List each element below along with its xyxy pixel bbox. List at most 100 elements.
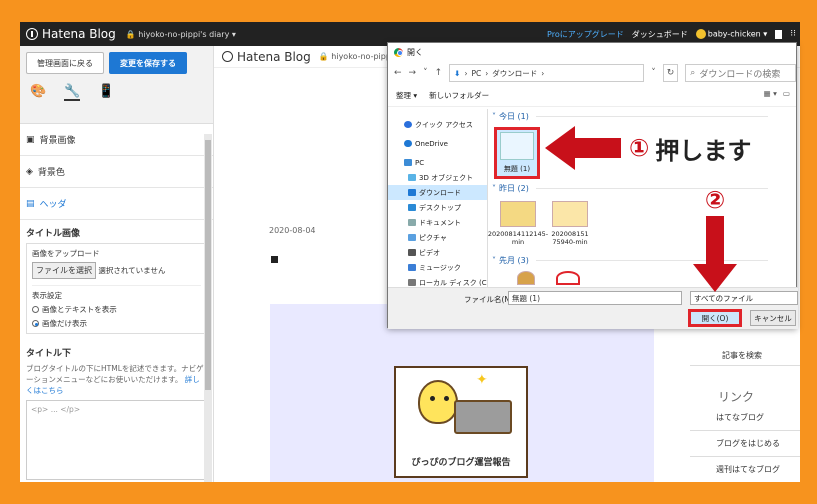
hatena-logo-text: Hatena Blog xyxy=(42,27,116,41)
star-icon xyxy=(404,121,412,128)
eye xyxy=(444,396,449,401)
nav-label: 3D オブジェクト xyxy=(419,173,474,182)
file-name: 20200814112145-min xyxy=(487,230,549,246)
save-changes-button[interactable]: 変更を保存する xyxy=(109,52,187,74)
nav-label: ビデオ xyxy=(419,248,440,257)
group-yesterday[interactable]: ˅ 昨日 (2) xyxy=(490,181,798,195)
file-type-filter[interactable]: すべてのファイル xyxy=(690,291,798,305)
palette-icon[interactable]: 🎨 xyxy=(30,84,46,101)
radio-label: 画像だけ表示 xyxy=(42,319,87,328)
search-articles[interactable]: 記事を検索 xyxy=(690,346,800,366)
design-sidebar: 管理画面に戻る 変更を保存する ‹ 🎨 🔧 📱 ▣背景画像 ◈背景色 ▤ヘッダ … xyxy=(20,46,231,482)
nav-desktop[interactable]: デスクトップ xyxy=(388,200,487,215)
title-below-heading: タイトル下 xyxy=(26,349,72,359)
link-item[interactable]: 週刊はてなブログ xyxy=(690,457,800,482)
post-date: 2020-08-04 xyxy=(269,226,316,235)
dropdown-chevron-icon[interactable]: ˅ xyxy=(651,68,656,78)
sparkle-icon: ✦ xyxy=(476,372,488,388)
apps-grid-icon[interactable]: ⁝⁝ xyxy=(790,29,796,39)
organize-button[interactable]: 整理 ▾ xyxy=(396,90,417,101)
blog-selector[interactable]: 🔒 hiyoko-no-pippi's diary ▾ xyxy=(126,30,236,39)
view-icon[interactable]: ▦ ▾ xyxy=(764,89,777,98)
file-item[interactable]: 202008151 75940-min xyxy=(548,201,592,246)
new-folder-button[interactable]: 新しいフォルダー xyxy=(429,90,489,101)
smartphone-icon[interactable]: 📱 xyxy=(98,84,114,101)
chevron-down-icon: ˅ xyxy=(492,183,496,193)
nav-onedrive[interactable]: OneDrive xyxy=(388,136,487,151)
pro-upgrade-link[interactable]: Proにアップグレード xyxy=(547,29,624,40)
blog-header-logo: ✦ ぴっぴのブログ運営報告 xyxy=(394,366,528,478)
file-item-selected[interactable]: 無題 (1) xyxy=(494,127,540,179)
user-menu[interactable]: baby-chicken ▾ xyxy=(695,29,768,39)
file-item[interactable] xyxy=(504,271,548,288)
nav-documents[interactable]: ドキュメント xyxy=(388,215,487,230)
address-bar[interactable]: ⬇ › PC › ダウンロード › xyxy=(449,64,645,82)
no-file-text: 選択されていません xyxy=(98,266,166,275)
download-icon: ⬇ xyxy=(454,68,461,78)
nav-label: PC xyxy=(415,158,425,167)
back-to-admin-button[interactable]: 管理画面に戻る xyxy=(26,52,104,74)
file-item[interactable]: 20200814112145-min xyxy=(488,201,548,246)
annotation-step2: ② xyxy=(693,186,737,292)
bookmark-icon[interactable] xyxy=(775,29,783,39)
group-today[interactable]: ˅ 今日 (1) xyxy=(490,109,798,123)
wrench-icon[interactable]: 🔧 xyxy=(64,84,81,101)
chevron-right-icon: › xyxy=(485,68,489,78)
sidebar-item-bg-image[interactable]: ▣ 背景画像 xyxy=(20,124,213,156)
nav-downloads[interactable]: ダウンロード xyxy=(388,185,487,200)
scrollbar-thumb[interactable] xyxy=(205,140,211,390)
nav-pc[interactable]: PC xyxy=(388,155,487,170)
arrow-down-icon xyxy=(693,264,737,292)
path-segment[interactable]: ダウンロード xyxy=(492,68,537,79)
hatena-logo[interactable]: Hatena Blog xyxy=(26,27,116,41)
group-last-month[interactable]: ˅ 先月 (3) xyxy=(490,253,798,267)
video-icon xyxy=(408,249,416,256)
image-icon: ▣ xyxy=(26,134,35,145)
nav-videos[interactable]: ビデオ xyxy=(388,245,487,260)
search-placeholder: ダウンロードの検索 xyxy=(699,69,781,80)
dialog-search-input[interactable]: ⌕ ダウンロードの検索 xyxy=(685,64,796,82)
filename-input[interactable]: 無題 (1) xyxy=(508,291,682,305)
nav-quick-access[interactable]: クイック アクセス xyxy=(388,117,487,132)
sidebar-item-header[interactable]: ▤ ヘッダ xyxy=(20,188,213,220)
eye xyxy=(430,396,435,401)
link-item[interactable]: はてなブログ xyxy=(690,405,800,431)
file-item[interactable] xyxy=(546,271,590,288)
nav-3d-objects[interactable]: 3D オブジェクト xyxy=(388,170,487,185)
sidebar-item-label: 背景画像 xyxy=(39,136,76,146)
refresh-button[interactable]: ↻ xyxy=(662,64,679,82)
nav-label: OneDrive xyxy=(415,139,448,148)
chevron-right-icon: › xyxy=(464,68,468,78)
chevron-down-icon: ˅ xyxy=(492,255,496,265)
radio-image-only[interactable]: 画像だけ表示 xyxy=(32,318,201,329)
sidebar-scrollbar[interactable] xyxy=(204,134,212,482)
chrome-icon xyxy=(394,47,403,57)
back-arrow-icon[interactable]: ← xyxy=(394,68,402,78)
step-text: 押します xyxy=(655,136,752,165)
nav-pictures[interactable]: ピクチャ xyxy=(388,230,487,245)
header-icon: ▤ xyxy=(26,198,35,209)
title-image-panel: 画像をアップロード ファイルを選択 選択されていません 表示設定 画像とテキスト… xyxy=(26,243,207,334)
desktop-icon xyxy=(408,204,416,211)
radio-label: 画像とテキストを表示 xyxy=(42,305,117,314)
header-logo-text: ぴっぴのブログ運営報告 xyxy=(411,458,511,468)
cancel-button[interactable]: キャンセル xyxy=(750,310,796,326)
dashboard-link[interactable]: ダッシュボード xyxy=(632,29,688,40)
radio-image-and-text[interactable]: 画像とテキストを表示 xyxy=(32,304,201,315)
recent-chevron-icon[interactable]: ˅ xyxy=(423,68,428,78)
preview-pane-icon[interactable]: ▭ xyxy=(783,89,790,98)
forward-arrow-icon[interactable]: → xyxy=(409,68,417,78)
up-arrow-icon[interactable]: ↑ xyxy=(435,68,443,78)
nav-label: ミュージック xyxy=(419,263,461,272)
choose-file-button[interactable]: ファイルを選択 xyxy=(32,262,96,279)
open-button[interactable]: 開く(O) xyxy=(688,309,742,327)
arrow-shaft xyxy=(706,216,724,264)
user-name: baby-chicken ▾ xyxy=(707,29,768,39)
nav-music[interactable]: ミュージック xyxy=(388,260,487,275)
dialog-bottom-bar: ファイル名(N): 無題 (1) すべてのファイル 開く(O) キャンセル xyxy=(388,287,798,329)
html-textarea[interactable]: <p> ... </p> xyxy=(26,400,207,480)
path-segment[interactable]: PC xyxy=(471,69,481,78)
hatena-logo-icon xyxy=(26,28,38,40)
link-item[interactable]: ブログをはじめる xyxy=(690,431,800,457)
sidebar-item-bg-color[interactable]: ◈ 背景色 xyxy=(20,156,213,188)
